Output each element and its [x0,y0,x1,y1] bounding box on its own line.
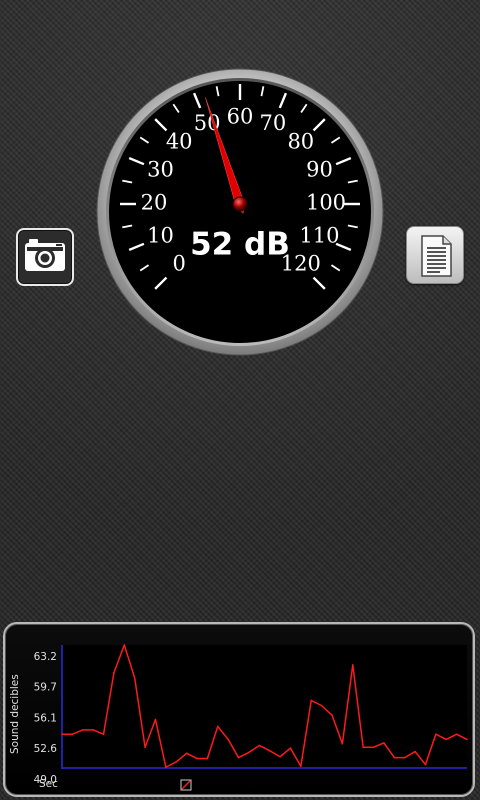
gauge-scale-label: 90 [306,158,333,182]
data-point [362,746,364,749]
plot-area [62,645,467,768]
data-point [279,755,281,758]
data-point [196,757,198,760]
gauge-scale-label: 10 [147,223,174,247]
data-point [466,738,468,741]
data-point [393,756,396,759]
data-point [206,757,209,760]
data-point [133,677,136,679]
y-tick-label: 59.7 [34,681,57,693]
sound-meter-gauge: 01020304050 60 708090100110120 52 dB [96,68,384,356]
data-point [165,766,167,768]
data-point [372,746,375,749]
data-point [102,733,105,736]
data-point [81,729,84,731]
data-point [341,742,344,745]
y-tick-label: 52.6 [34,743,58,755]
gauge-scale-label: 20 [141,191,168,215]
y-tick-label: 63.2 [34,651,57,663]
data-point [175,761,178,763]
data-point [414,750,416,753]
data-point [61,733,63,736]
data-point [289,747,292,749]
data-point [92,729,94,731]
gauge-scale-label: 110 [299,223,339,247]
camera-button[interactable] [16,228,74,286]
data-point [320,704,323,707]
data-point [216,725,219,728]
data-point [351,664,354,666]
data-point [435,733,437,736]
gauge-scale-label: 0 [173,251,186,275]
data-point [331,714,333,716]
y-tick-label: 56.1 [34,713,57,725]
data-point [71,733,74,736]
needle-hub [232,196,248,212]
log-document-button[interactable] [406,226,464,284]
data-point [403,756,406,759]
gauge-scale-label: 70 [260,111,287,135]
data-point [455,733,458,736]
data-point [383,742,385,744]
document-icon [421,235,452,277]
data-point [268,749,271,752]
sound-history-chart: 63.259.756.152.649.0 Sound decibles Sec [9,644,468,791]
y-axis-tick-labels: 63.259.756.152.649.0 [34,651,58,786]
data-point [258,744,261,747]
legend-swatch [180,779,192,791]
data-point [144,746,146,749]
camera-icon [25,239,65,271]
data-point [185,752,188,755]
gauge-scale-label: 100 [306,191,346,215]
gauge-scale-label: 30 [147,158,174,182]
data-point [248,751,250,754]
data-point [113,671,115,674]
data-point [123,644,126,646]
x-axis-title: Sec [39,778,58,790]
data-point [445,738,448,741]
sound-history-graph-panel: 63.2 59.7 56.1 52.6 49.0 Sound decibles Sec [3,622,475,797]
data-point [310,699,313,702]
data-point [300,765,302,768]
gauge-scale-label: 80 [287,130,314,154]
y-axis-title: Sound decibles [9,674,21,754]
data-point [154,718,157,721]
gauge-reading: 52 dB [190,227,290,263]
data-point [424,763,427,766]
gauge-scale-label: 40 [166,130,193,154]
data-point [237,756,240,759]
gauge-scale-label: 60 [227,105,254,129]
data-point [227,738,229,741]
